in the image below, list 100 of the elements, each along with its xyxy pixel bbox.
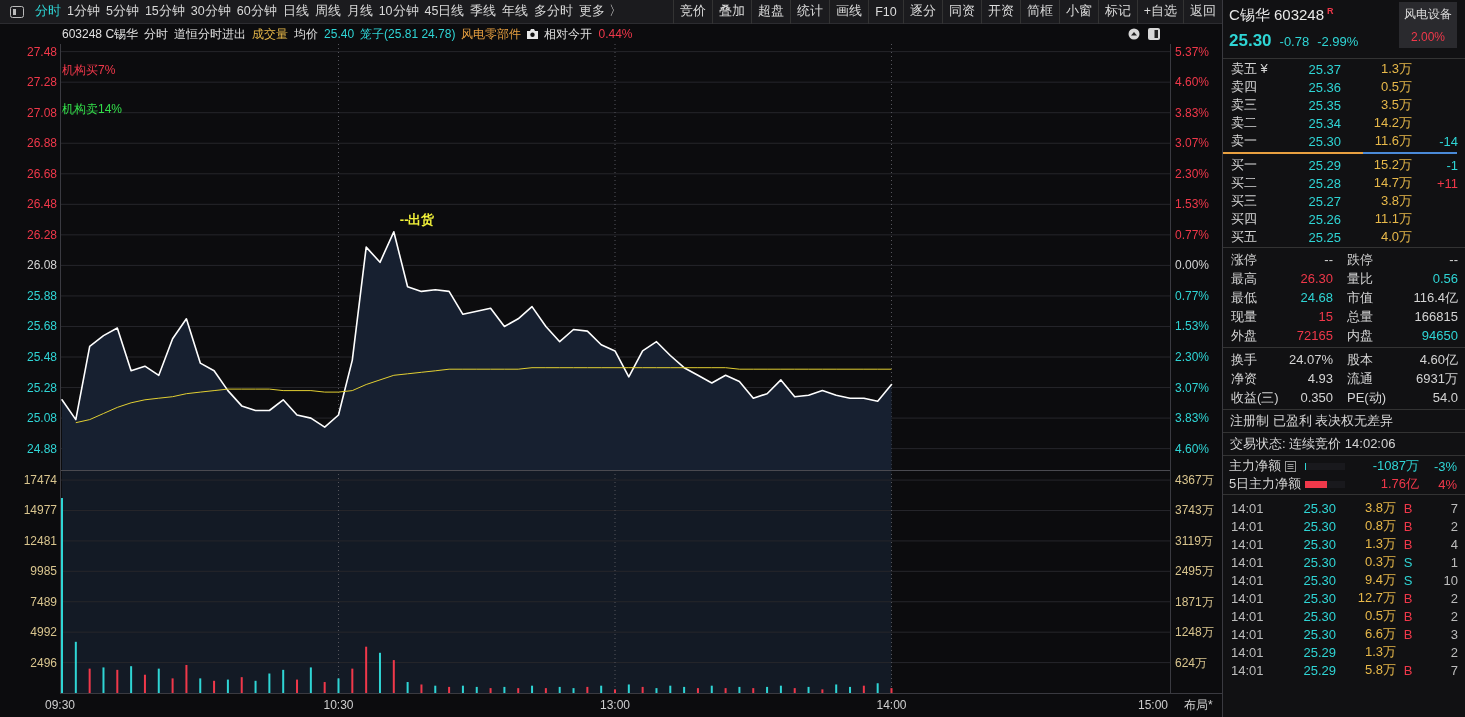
amount-axis-label: 3119万 (1175, 533, 1213, 548)
open-change-label: 相对今开 (544, 25, 593, 43)
book-label: 卖二 (1231, 114, 1258, 132)
camera-icon[interactable] (527, 29, 539, 39)
toolbar-button[interactable]: +自选 (1136, 0, 1183, 24)
trade-count: 4 (1449, 536, 1458, 552)
expand-up-icon[interactable] (1128, 28, 1140, 40)
volume-axis-label: 9985 (30, 564, 57, 579)
toolbar-button[interactable]: 小窗 (1058, 0, 1098, 24)
book-volume: 3.5万 (1379, 96, 1412, 114)
volume-axis-label: 14977 (23, 503, 57, 518)
price-cage: 笼子(25.81 24.78) (360, 25, 456, 43)
stat-label: 涨停 (1231, 250, 1258, 269)
list-icon[interactable] (1285, 460, 1296, 472)
period-tab[interactable]: 15分钟 (141, 0, 188, 23)
amount-axis-label: 624万 (1175, 655, 1208, 670)
stat-value: 54.0 (1431, 390, 1458, 405)
trade-time: 14:01 (1231, 554, 1265, 570)
period-tab[interactable]: 年线 (499, 0, 532, 23)
sector-name: 风电设备 (1404, 5, 1452, 23)
trade-price: 25.30 (1302, 608, 1336, 624)
volume-axis-label: 7489 (30, 594, 57, 609)
toolbar-button[interactable]: 竞价 (673, 0, 713, 24)
stat-value: 6931万 (1415, 369, 1458, 388)
period-tab[interactable]: 月线 (343, 0, 376, 23)
price-axis-label: 27.08 (26, 105, 57, 120)
toolbar-button[interactable]: 开资 (980, 0, 1020, 24)
period-tab[interactable]: 季线 (467, 0, 500, 23)
open-change-value: 0.44% (598, 27, 633, 41)
flow-label: 5日主力净额 (1229, 475, 1302, 493)
stat-value: 4.60亿 (1418, 350, 1458, 369)
trade-volume: 5.8万 (1363, 661, 1396, 679)
trade-volume: 3.8万 (1363, 499, 1396, 517)
stat-value: -- (1323, 252, 1333, 267)
price-axis-label: 27.28 (26, 75, 57, 90)
sector-card[interactable]: 风电设备 2.00% (1399, 2, 1457, 48)
period-tab[interactable]: 30分钟 (187, 0, 234, 23)
price-axis-label: 26.88 (26, 136, 57, 151)
trade-side: S (1403, 554, 1413, 570)
book-label: 买一 (1231, 156, 1258, 174)
toolbar-button[interactable]: F10 (868, 0, 903, 24)
period-tab[interactable]: 分时 (32, 0, 64, 23)
period-tab[interactable]: 日线 (279, 0, 312, 23)
volume-axis-label: 12481 (23, 533, 57, 548)
average-value: 25.40 (324, 27, 355, 41)
period-tab[interactable]: 45日线 (421, 0, 468, 23)
trade-price: 25.30 (1302, 500, 1336, 516)
time-axis-label: 15:00 (1138, 698, 1169, 712)
stat-label: 外盘 (1231, 326, 1258, 345)
time-axis-label: 13:00 (600, 698, 631, 712)
trade-side: B (1403, 536, 1413, 552)
layout-button[interactable]: 布局* (1184, 698, 1213, 712)
toolbar-button[interactable]: 标记 (1097, 0, 1137, 24)
book-price: 25.26 (1307, 211, 1341, 227)
period-tab[interactable]: 10分钟 (375, 0, 422, 23)
price-change-percent: -2.99% (1317, 34, 1359, 49)
percent-axis-label: 1.53% (1175, 319, 1210, 334)
period-tab[interactable]: 周线 (311, 0, 344, 23)
stat-value: 72165 (1295, 328, 1333, 343)
toolbar-button[interactable]: 逐分 (902, 0, 942, 24)
concept-label[interactable]: 风电零部件 (461, 25, 522, 43)
price-axis-label: 25.68 (26, 319, 57, 334)
toolbar-button[interactable]: 统计 (790, 0, 830, 24)
period-tab[interactable]: 多分时 (531, 0, 577, 23)
book-volume: 4.0万 (1379, 228, 1412, 246)
volume-axis-label: 2496 (30, 655, 57, 670)
amount-axis-label: 2495万 (1175, 564, 1214, 579)
trade-volume: 6.6万 (1363, 625, 1396, 643)
price-axis-label: 26.28 (26, 227, 57, 242)
period-tab[interactable]: 60分钟 (233, 0, 280, 23)
period-tab[interactable]: 1分钟 (64, 0, 103, 23)
trade-time: 14:01 (1231, 626, 1265, 642)
trade-price: 25.30 (1302, 518, 1336, 534)
panel-icon[interactable] (1148, 28, 1160, 40)
period-tab[interactable]: 5分钟 (102, 0, 142, 23)
stat-value: 94650 (1420, 328, 1458, 343)
trade-volume: 1.3万 (1363, 643, 1396, 661)
trade-price: 25.30 (1302, 626, 1336, 642)
volume-label[interactable]: 成交量 (252, 25, 289, 43)
toolbar-button[interactable]: 超盘 (751, 0, 791, 24)
flow-label: 主力净额 (1229, 457, 1281, 475)
percent-axis-label: 3.07% (1175, 136, 1210, 151)
toolbar-button[interactable]: 叠加 (712, 0, 752, 24)
panel-toggle-icon[interactable] (10, 5, 24, 18)
book-price: 25.25 (1307, 229, 1341, 245)
trade-time: 14:01 (1231, 500, 1265, 516)
book-label: 买四 (1231, 210, 1258, 228)
book-volume: 3.8万 (1379, 192, 1412, 210)
percent-axis-label: 4.60% (1175, 441, 1210, 456)
toolbar-button[interactable]: 同资 (941, 0, 981, 24)
book-change: +11 (1435, 175, 1458, 191)
stat-value: 0.350 (1299, 390, 1333, 405)
stat-value: 166815 (1413, 309, 1458, 324)
toolbar-button[interactable]: 简框 (1019, 0, 1059, 24)
trade-count: 2 (1449, 644, 1458, 660)
book-price: 25.35 (1307, 97, 1341, 113)
toolbar-button[interactable]: 画线 (829, 0, 869, 24)
trade-count: 3 (1449, 626, 1458, 642)
period-tab[interactable]: 更多 〉 (576, 0, 625, 23)
trade-volume: 0.8万 (1363, 517, 1396, 535)
